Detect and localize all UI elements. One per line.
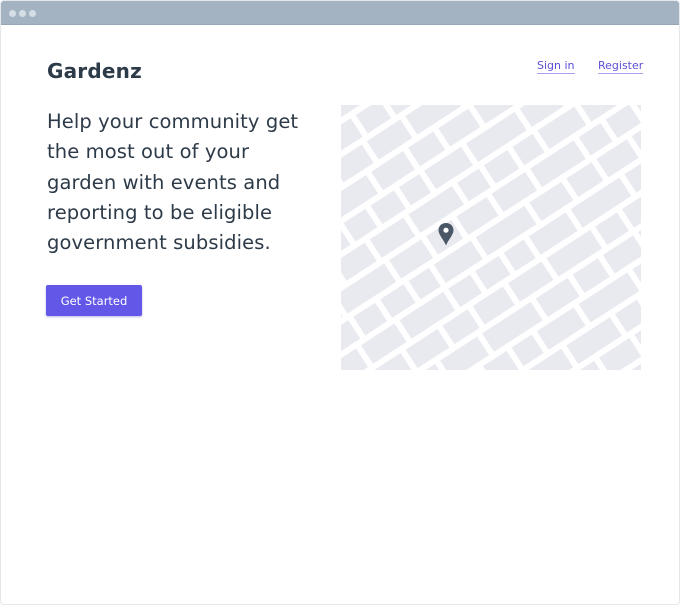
map-block <box>440 336 490 370</box>
map-block <box>605 105 641 139</box>
headline-line: the most out of your <box>47 140 250 164</box>
sign-in-link[interactable]: Sign in <box>537 59 575 74</box>
hero-headline: Help your community get the most out of … <box>47 107 317 258</box>
map-block <box>614 299 641 333</box>
map-block <box>483 150 520 184</box>
window-control-dot[interactable] <box>19 10 26 17</box>
map-blocks <box>341 105 641 370</box>
headline-line: garden with events and <box>47 170 281 194</box>
map-block <box>341 348 368 370</box>
map-block <box>380 284 416 318</box>
map-illustration[interactable] <box>341 105 641 370</box>
map-block <box>475 255 511 290</box>
map-block <box>595 212 629 246</box>
headline-line: government subsidies. <box>47 231 271 255</box>
map-block <box>568 360 607 370</box>
brand-logo: Gardenz <box>47 59 142 83</box>
headline-line: Help your community get <box>47 110 299 133</box>
map-block <box>398 174 432 206</box>
get-started-button[interactable]: Get Started <box>46 285 142 316</box>
map-block <box>343 208 378 242</box>
map-block <box>512 133 545 166</box>
map-block <box>456 168 491 202</box>
map-block <box>448 274 483 308</box>
map-block <box>483 350 519 370</box>
map-graphic <box>341 105 641 370</box>
map-block <box>353 302 388 336</box>
map-block <box>511 334 544 367</box>
map-block <box>370 190 406 225</box>
window-control-dot[interactable] <box>29 10 36 17</box>
window-titlebar <box>1 1 679 25</box>
register-link[interactable]: Register <box>598 59 644 74</box>
map-block <box>503 239 536 272</box>
map-block <box>578 122 613 156</box>
map-block <box>341 144 374 183</box>
browser-window: Gardenz Sign in Register Help your commu… <box>0 0 680 605</box>
headline-line: reporting to be eligible <box>47 200 273 224</box>
window-control-dot[interactable] <box>9 10 16 17</box>
map-block <box>408 267 441 300</box>
